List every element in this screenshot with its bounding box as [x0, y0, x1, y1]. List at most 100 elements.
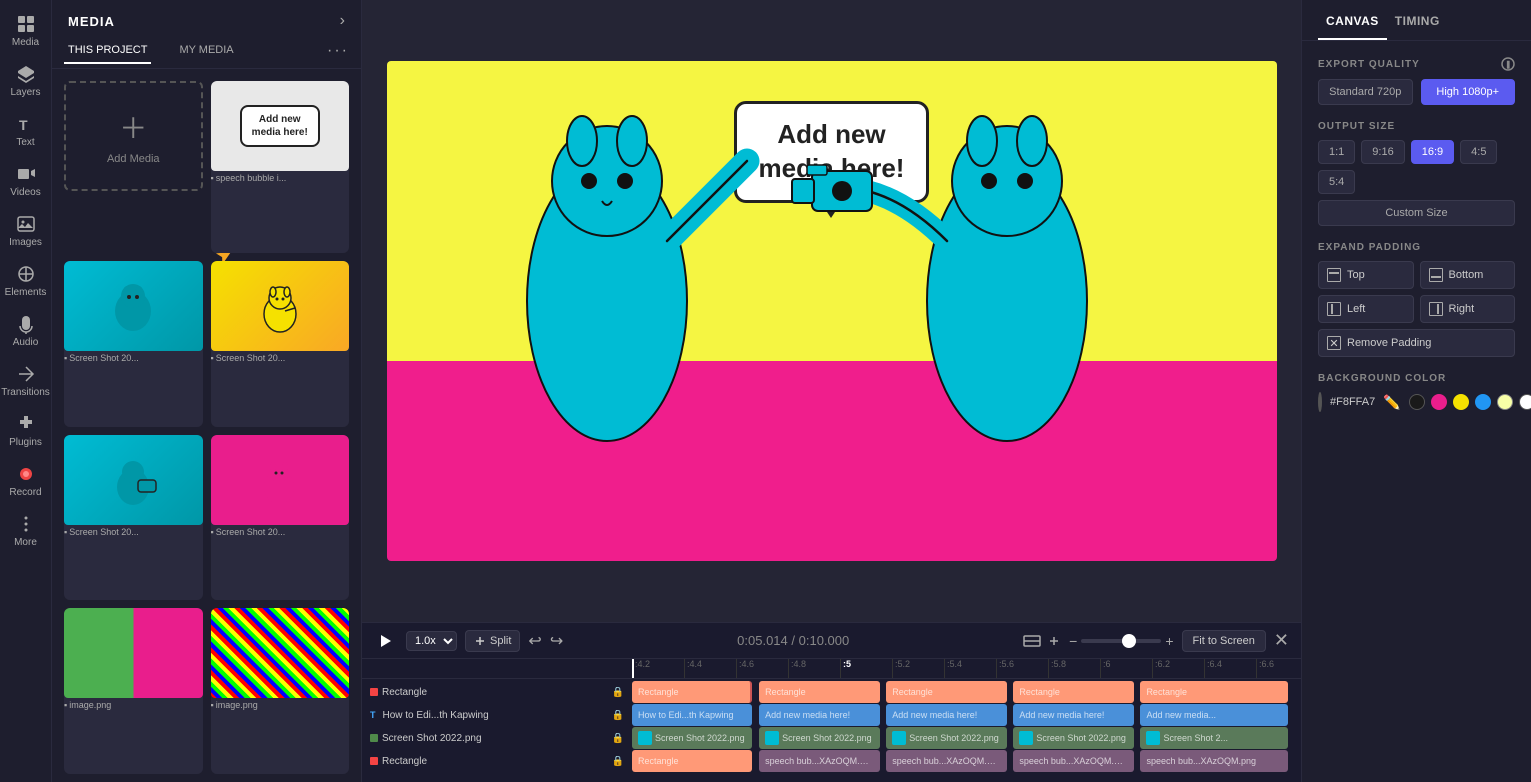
size-1-1-button[interactable]: 1:1	[1318, 140, 1355, 164]
split-button[interactable]: Split	[465, 630, 520, 652]
color-preset-yellow[interactable]	[1453, 394, 1469, 410]
add-media-button[interactable]: ＋ Add Media	[64, 81, 203, 191]
zoom-slider-thumb[interactable]	[1122, 634, 1136, 648]
eyedropper-button[interactable]: ✏️	[1383, 394, 1400, 411]
clip[interactable]: Add new media here!	[886, 704, 1006, 726]
sidebar-item-record[interactable]: Record	[4, 458, 48, 504]
undo-button[interactable]: ↩	[528, 631, 541, 651]
right-panel-tabs: CANVAS TIMING	[1302, 0, 1531, 41]
media-item-screen2[interactable]: ▪Screen Shot 20...	[211, 261, 350, 427]
remove-padding-button[interactable]: ✕ Remove Padding	[1318, 329, 1515, 357]
track-row-rect2: Rectangle 🔒 Rectangle speech bub...XAzOQ…	[362, 750, 1301, 772]
clip[interactable]: speech bub...XAzOQM.png	[886, 750, 1006, 772]
timeline-close-button[interactable]: ✕	[1274, 630, 1289, 651]
track-content-rect1[interactable]: Rectangle Rectangle Rectangle Rectangle …	[632, 681, 1301, 703]
media-more-button[interactable]: ···	[327, 42, 349, 60]
size-5-4-button[interactable]: 5:4	[1318, 170, 1355, 194]
sidebar-item-images[interactable]: Images	[4, 208, 48, 254]
right-panel: CANVAS TIMING EXPORT QUALITY i Standard …	[1301, 0, 1531, 782]
clip[interactable]: Rectangle	[1013, 681, 1133, 703]
redo-button[interactable]: ↪	[550, 631, 563, 651]
padding-top-icon	[1327, 268, 1341, 282]
color-preset-black[interactable]	[1409, 394, 1425, 410]
sidebar-item-layers[interactable]: Layers	[4, 58, 48, 104]
clip[interactable]: Screen Shot 2...	[1140, 727, 1287, 749]
timeline-icon2	[1047, 634, 1061, 648]
play-button[interactable]	[374, 629, 398, 653]
bg-color-swatch[interactable]	[1318, 392, 1322, 412]
track-lock-button[interactable]: 🔒	[612, 687, 624, 698]
tab-my-media[interactable]: MY MEDIA	[175, 38, 237, 64]
track-lock-text-button[interactable]: 🔒	[612, 710, 624, 721]
playhead[interactable]	[632, 659, 634, 678]
media-panel-close-button[interactable]: ›	[340, 12, 345, 30]
clip[interactable]: Rectangle	[759, 681, 879, 703]
sidebar-item-text[interactable]: T Text	[4, 108, 48, 154]
clip[interactable]: Rectangle	[632, 750, 752, 772]
size-options: 1:1 9:16 16:9 4:5 5:4	[1318, 140, 1515, 194]
media-item-speech[interactable]: Add newmedia here! ▪speech bubble i...	[211, 81, 350, 253]
media-item-image1[interactable]: ▪image.png	[64, 608, 203, 774]
clip[interactable]: Add new media here!	[1013, 704, 1133, 726]
clip[interactable]: Rectangle	[886, 681, 1006, 703]
media-grid: ＋ Add Media ➤ Add newmedia here! ▪speech…	[52, 73, 361, 782]
clip[interactable]: Screen Shot 2022.png	[1013, 727, 1133, 749]
sidebar-item-plugins[interactable]: Plugins	[4, 408, 48, 454]
color-preset-white[interactable]	[1519, 394, 1531, 410]
media-item-screen3[interactable]: ▪Screen Shot 20...	[64, 435, 203, 601]
tab-timing[interactable]: TIMING	[1387, 0, 1448, 40]
color-preset-blue[interactable]	[1475, 394, 1491, 410]
clip[interactable]: Screen Shot 2022.png	[886, 727, 1006, 749]
size-4-5-button[interactable]: 4:5	[1460, 140, 1497, 164]
track-content-text[interactable]: How to Edi...th Kapwing Add new media he…	[632, 704, 1301, 726]
clip[interactable]: Add new media here!	[759, 704, 879, 726]
zoom-slider-track[interactable]	[1081, 639, 1161, 643]
color-preset-lightyellow[interactable]	[1497, 394, 1513, 410]
custom-size-button[interactable]: Custom Size	[1318, 200, 1515, 226]
sidebar-item-elements[interactable]: Elements	[4, 258, 48, 304]
timeline: 1.0x Split ↩ ↪ 0:05.014 / 0:10.000	[362, 622, 1301, 782]
standard-quality-button[interactable]: Standard 720p	[1318, 79, 1413, 105]
padding-top-button[interactable]: Top	[1318, 261, 1414, 289]
tab-this-project[interactable]: THIS PROJECT	[64, 38, 151, 64]
size-16-9-button[interactable]: 16:9	[1411, 140, 1454, 164]
track-lock-rect2-button[interactable]: 🔒	[612, 756, 624, 767]
padding-left-button[interactable]: Left	[1318, 295, 1414, 323]
clip[interactable]: Add new media...	[1140, 704, 1287, 726]
timeline-toolbar: 1.0x Split ↩ ↪ 0:05.014 / 0:10.000	[362, 623, 1301, 659]
media-item-screen4[interactable]: ▪Screen Shot 20...	[211, 435, 350, 601]
color-preset-pink[interactable]	[1431, 394, 1447, 410]
sidebar-item-media[interactable]: Media	[4, 8, 48, 54]
sidebar-item-transitions[interactable]: Transitions	[4, 358, 48, 404]
speed-select[interactable]: 1.0x	[406, 631, 457, 651]
track-lock-img-button[interactable]: 🔒	[612, 733, 624, 744]
clip[interactable]: Screen Shot 2022.png	[632, 727, 752, 749]
clip[interactable]: Screen Shot 2022.png	[759, 727, 879, 749]
high-quality-button[interactable]: High 1080p+	[1421, 79, 1516, 105]
sidebar-item-more[interactable]: More	[4, 508, 48, 554]
output-size-section: OUTPUT SIZE 1:1 9:16 16:9 4:5 5:4 Custom…	[1318, 121, 1515, 226]
clip[interactable]: speech bub...XAzOQM.png	[1013, 750, 1133, 772]
zoom-in-button[interactable]: +	[1165, 633, 1173, 649]
clip[interactable]: Rectangle	[632, 681, 752, 703]
track-row-image: Screen Shot 2022.png 🔒 Screen Shot 2022.…	[362, 727, 1301, 749]
tab-canvas[interactable]: CANVAS	[1318, 0, 1387, 40]
padding-right-button[interactable]: Right	[1420, 295, 1516, 323]
clip[interactable]: speech bub...XAzOQM.png	[759, 750, 879, 772]
canvas-main[interactable]: Add newmedia here!	[362, 0, 1301, 622]
track-content-rect2[interactable]: Rectangle speech bub...XAzOQM.png speech…	[632, 750, 1301, 772]
clip[interactable]: speech bub...XAzOQM.png	[1140, 750, 1287, 772]
zoom-out-button[interactable]: −	[1069, 633, 1077, 649]
fit-screen-button[interactable]: Fit to Screen	[1182, 630, 1266, 652]
sidebar-item-videos[interactable]: Videos	[4, 158, 48, 204]
sidebar-item-audio[interactable]: Audio	[4, 308, 48, 354]
media-item-image2[interactable]: ▪image.png	[211, 608, 350, 774]
track-color-dot-img	[370, 734, 378, 742]
size-9-16-button[interactable]: 9:16	[1361, 140, 1404, 164]
clip[interactable]: How to Edi...th Kapwing	[632, 704, 752, 726]
track-content-image[interactable]: Screen Shot 2022.png Screen Shot 2022.pn…	[632, 727, 1301, 749]
padding-bottom-button[interactable]: Bottom	[1420, 261, 1516, 289]
clip[interactable]: Rectangle	[1140, 681, 1287, 703]
media-item-screen1[interactable]: ▪Screen Shot 20...	[64, 261, 203, 427]
quality-options: Standard 720p High 1080p+	[1318, 79, 1515, 105]
